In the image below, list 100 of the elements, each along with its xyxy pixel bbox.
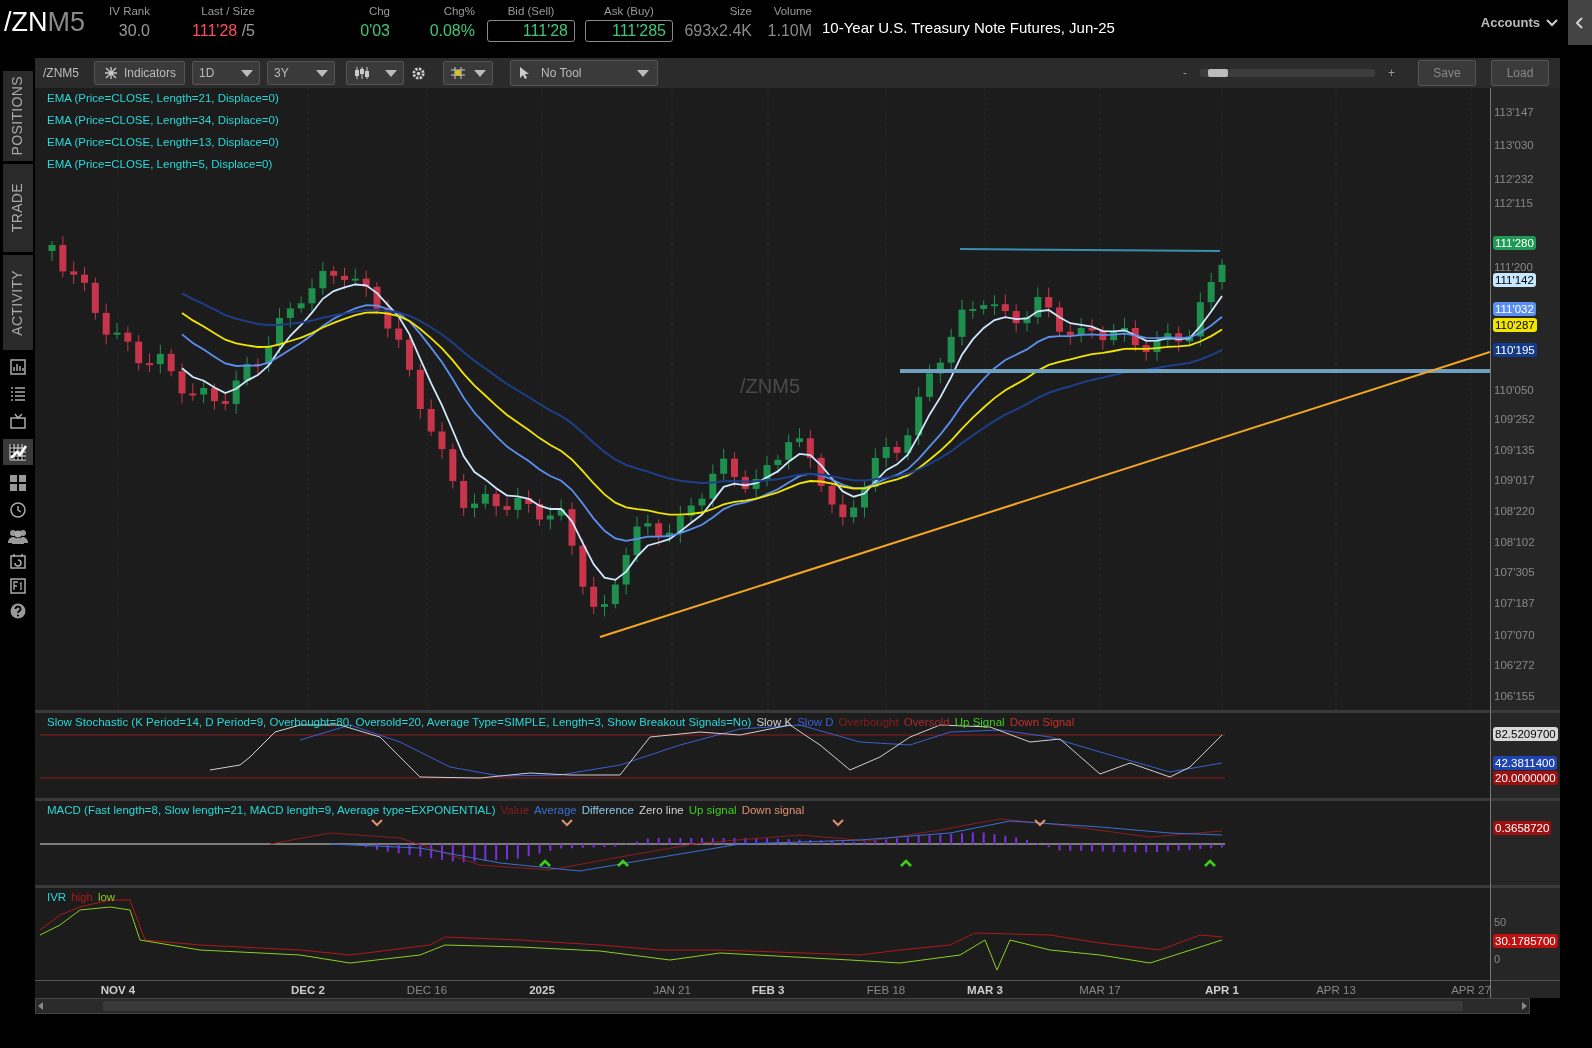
legend-label: Average <box>534 803 577 818</box>
tv-icon[interactable] <box>8 412 27 430</box>
candlestick-icon <box>353 66 372 80</box>
up-signal-icon <box>539 859 551 867</box>
ivr-tick: 50 <box>1494 915 1507 930</box>
down-signal-icon <box>832 819 844 827</box>
price-tick: 107'187 <box>1494 596 1535 611</box>
stat-value: 0.08% <box>429 21 475 42</box>
save-button[interactable]: Save <box>1418 60 1476 86</box>
price-tick: 109'252 <box>1494 412 1535 427</box>
stat-value: 111'28 /5 <box>192 21 255 42</box>
calendar-icon[interactable] <box>9 553 26 569</box>
price-badge: 0.3658720 <box>1493 821 1552 835</box>
drawing-set-dropdown[interactable] <box>443 61 494 85</box>
stat-label: Chg% <box>443 3 475 19</box>
down-signal-icon <box>1034 819 1046 827</box>
list-icon[interactable] <box>8 385 27 403</box>
price-badge: 111'142 <box>1493 273 1536 287</box>
instrument-description: 10-Year U.S. Treasury Note Futures, Jun-25 <box>822 18 1115 39</box>
legend-label: high <box>71 890 93 905</box>
price-badge: 82.5209700 <box>1493 727 1558 741</box>
stat-value: 0'03 <box>360 21 390 42</box>
cursor-icon <box>519 66 530 80</box>
zoom-in-button[interactable]: + <box>1386 64 1397 82</box>
price-tick: 109'017 <box>1494 473 1535 488</box>
date-label: 2025 <box>529 983 555 998</box>
stat-value: 1.10M <box>767 21 812 42</box>
people-icon[interactable] <box>6 528 29 544</box>
collapse-tab[interactable] <box>1568 0 1592 45</box>
price-tick: 106'272 <box>1494 658 1535 673</box>
study-label: Slow Stochastic (K Period=14, D Period=9, Overbought=80, Oversold=20, Average Type=SIMPLE, Length=3, Show Breakout Signals=No) <box>47 715 752 730</box>
price-tick: 113'030 <box>1494 138 1534 153</box>
date-label: APR 13 <box>1316 983 1356 998</box>
bar-chart-doc-icon[interactable] <box>8 358 27 376</box>
trend-line[interactable] <box>599 351 1490 638</box>
legend-label: Zero line <box>638 803 684 818</box>
stat-label: Chg <box>368 3 390 19</box>
resistance-line[interactable] <box>959 248 1221 252</box>
legend-label: low <box>97 890 116 905</box>
price-tick: 112'232 <box>1494 172 1534 187</box>
chevron-down-icon <box>1546 18 1558 27</box>
period-dropdown[interactable]: 3Y <box>267 61 336 85</box>
chart-style-dropdown[interactable] <box>346 61 405 85</box>
price-badge: 30.1785700 <box>1493 934 1558 948</box>
price-badge: 111'032 <box>1493 302 1536 316</box>
settings-icon[interactable] <box>411 65 427 81</box>
stat-value: 693x2.4K <box>684 21 752 42</box>
load-button[interactable]: Load <box>1491 60 1549 86</box>
up-signal-icon <box>617 859 629 867</box>
study-label: EMA (Price=CLOSE, Length=13, Displace=0) <box>47 135 279 150</box>
date-label: MAR 3 <box>967 983 1003 998</box>
down-signal-icon <box>371 819 383 827</box>
zoom-slider[interactable] <box>1200 69 1375 77</box>
price-tick: 109'135 <box>1494 443 1535 458</box>
legend-label: Slow D <box>797 715 834 730</box>
sidebar-tab[interactable]: TRADE <box>2 164 33 252</box>
legend-label: Down signal <box>741 803 805 818</box>
quote-field[interactable]: 111'285 <box>585 20 673 43</box>
price-badge: 110'287 <box>1493 318 1537 332</box>
legend-label: Overbought <box>838 715 899 730</box>
legend-label: Up Signal <box>954 715 1005 730</box>
price-tick: 108'102 <box>1494 535 1535 550</box>
horizontal-scrollbar[interactable] <box>35 998 1530 1014</box>
date-label: DEC 16 <box>406 983 448 998</box>
drawing-tool-dropdown[interactable]: No Tool <box>510 60 659 86</box>
grid-icon[interactable] <box>8 474 27 492</box>
date-label: MAR 17 <box>1079 983 1121 998</box>
charts-nav-icon[interactable] <box>2 439 33 465</box>
help-icon[interactable] <box>9 603 26 619</box>
quote-field[interactable]: 111'28 <box>487 20 575 43</box>
sidebar-tab[interactable]: POSITIONS <box>2 71 33 161</box>
price-tick: 107'070 <box>1494 628 1535 643</box>
slider-thumb[interactable] <box>1207 69 1228 77</box>
price-tick: 111'200 <box>1494 260 1533 275</box>
date-label: APR 1 <box>1205 983 1239 998</box>
date-label: NOV 4 <box>100 983 136 998</box>
price-tick: 106'155 <box>1494 689 1535 704</box>
stat-value: 30.0 <box>118 21 150 42</box>
legend-label: Up signal <box>688 803 737 818</box>
sidebar-tab[interactable]: ACTIVITY <box>2 255 33 350</box>
study-label: EMA (Price=CLOSE, Length=34, Displace=0) <box>47 113 279 128</box>
up-signal-icon <box>1204 859 1216 867</box>
study-label: EMA (Price=CLOSE, Length=21, Displace=0) <box>47 91 279 106</box>
date-label: FEB 18 <box>866 983 906 998</box>
price-tick: 112'115 <box>1494 196 1533 211</box>
period-dropdown[interactable]: 1D <box>192 61 261 85</box>
price-badge: 111'280 <box>1493 236 1536 250</box>
zoom-out-button[interactable]: - <box>1181 64 1189 82</box>
function-key-icon[interactable] <box>9 578 26 594</box>
clock-icon[interactable] <box>8 501 27 519</box>
up-signal-icon <box>900 859 912 867</box>
legend-label: Oversold <box>903 715 950 730</box>
price-tick: 110'050 <box>1494 383 1534 398</box>
price-badge: 20.0000000 <box>1493 771 1558 785</box>
price-tick: 113'147 <box>1494 105 1534 120</box>
indicators-button[interactable]: Indicators <box>94 61 186 85</box>
down-signal-icon <box>561 819 573 827</box>
date-label: JAN 21 <box>653 983 691 998</box>
date-label: DEC 2 <box>291 983 325 998</box>
accounts-menu[interactable]: Accounts <box>1480 12 1540 33</box>
